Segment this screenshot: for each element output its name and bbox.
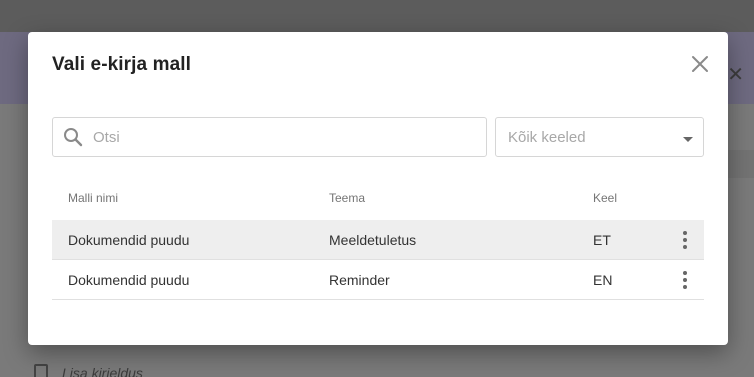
close-button[interactable] [688,52,712,76]
subject-cell: Meeldetuletus [329,232,417,248]
language-cell: ET [593,232,611,248]
template-name-cell: Dokumendid puudu [68,272,190,288]
subject-cell: Reminder [329,272,390,288]
background-close-icon: ✕ [727,62,744,86]
templates-table: Malli nimi Teema Keel Dokumendid puudu M… [52,177,704,300]
background-add-description: Lisa kirjeldus [34,364,143,377]
caret-down-icon [683,137,693,142]
column-header-language: Keel [593,191,618,205]
search-field[interactable] [52,117,487,157]
more-vertical-icon[interactable] [679,271,691,289]
background-top-bar [0,0,754,32]
column-header-template-name: Malli nimi [68,191,119,205]
search-icon [64,128,83,147]
language-select-value: Kõik keeled [508,129,586,146]
table-header: Malli nimi Teema Keel [52,177,704,220]
close-icon [692,56,708,72]
document-icon [34,364,48,377]
background-strip [724,150,754,178]
template-name-cell: Dokumendid puudu [68,232,190,248]
language-select[interactable]: Kõik keeled [495,117,704,157]
search-input[interactable] [93,128,473,146]
add-description-label: Lisa kirjeldus [62,365,143,377]
table-row[interactable]: Dokumendid puudu Reminder EN [52,260,704,300]
template-picker-dialog: Vali e-kirja mall Kõik keeled Malli nimi… [28,32,728,345]
dialog-title: Vali e-kirja mall [52,54,192,75]
table-row[interactable]: Dokumendid puudu Meeldetuletus ET [52,220,704,260]
column-header-subject: Teema [329,191,366,205]
more-vertical-icon[interactable] [679,231,691,249]
language-cell: EN [593,272,613,288]
